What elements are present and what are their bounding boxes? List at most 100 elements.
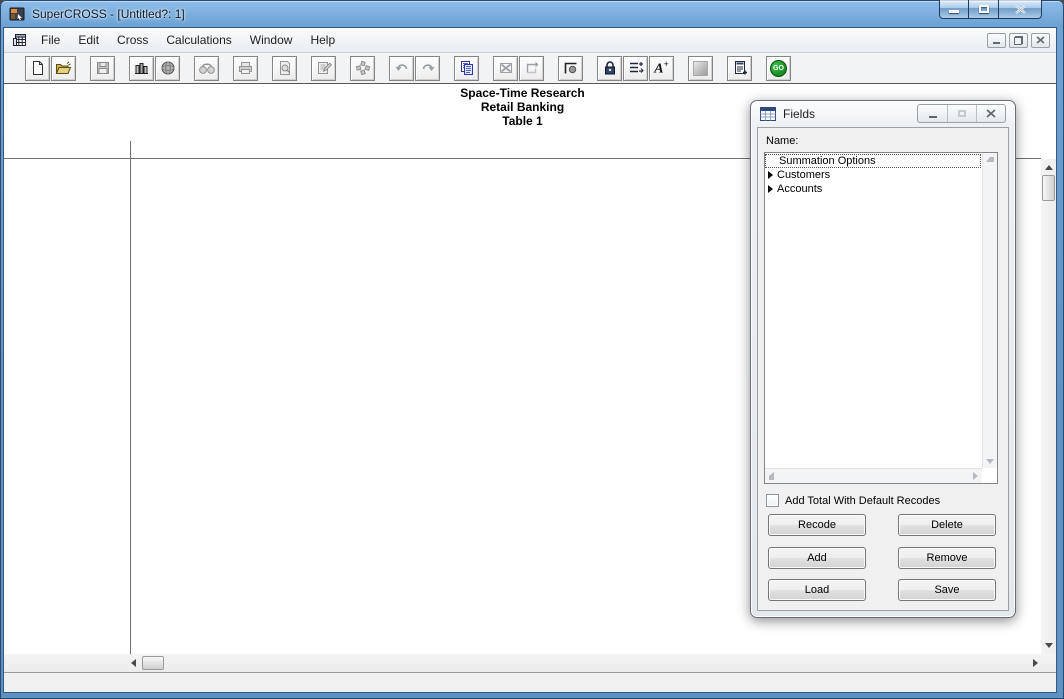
fields-list-vertical-scrollbar[interactable] (982, 153, 997, 468)
mdi-minimize-button[interactable] (987, 33, 1006, 48)
scroll-right-icon[interactable] (1033, 659, 1038, 667)
copy-button[interactable] (454, 56, 479, 81)
scroll-right-icon[interactable] (973, 472, 978, 480)
delete-table-button[interactable] (493, 56, 518, 81)
fields-dialog-title-bar[interactable]: Fields (751, 101, 1015, 127)
fields-list-items: Summation Options Customers Accounts (765, 154, 981, 196)
redo-arrow-icon (420, 61, 436, 75)
fields-maximize-icon (958, 110, 966, 117)
find-button[interactable] (194, 56, 219, 81)
minimize-button[interactable] (939, 0, 969, 19)
list-item-summation-options[interactable]: Summation Options (765, 154, 981, 168)
title-bar[interactable]: SuperCROSS - [Untitled?: 1] (0, 0, 1064, 28)
fields-minimize-button[interactable] (918, 105, 947, 122)
horizontal-scrollbar-thumb[interactable] (142, 656, 164, 670)
menu-edit[interactable]: Edit (69, 28, 108, 52)
save-fields-button[interactable]: Save (898, 579, 996, 601)
supercross-app-icon (9, 6, 26, 22)
table-document-icon (12, 32, 28, 48)
status-bar (4, 672, 1056, 692)
scroll-up-icon[interactable] (986, 157, 994, 162)
totals-button[interactable] (558, 56, 583, 81)
fields-maximize-button[interactable] (947, 105, 976, 122)
scroll-up-icon[interactable] (1045, 165, 1053, 170)
sphere-button[interactable] (155, 56, 180, 81)
bar-chart-icon (133, 60, 150, 76)
copy-pages-icon (459, 60, 475, 76)
menu-bar: File Edit Cross Calculations Window Help (4, 28, 1056, 53)
page-magnifier-icon (277, 60, 293, 76)
recode-button[interactable]: Recode (768, 514, 866, 536)
mdi-restore-button[interactable] (1009, 33, 1028, 48)
scroll-down-icon[interactable] (986, 459, 994, 464)
menu-cross[interactable]: Cross (108, 28, 157, 52)
print-preview-button[interactable] (272, 56, 297, 81)
shading-button[interactable] (688, 56, 713, 81)
undo-button[interactable] (389, 56, 414, 81)
table-x-icon (498, 60, 514, 76)
print-button[interactable] (233, 56, 258, 81)
fields-dialog-title: Fields (783, 107, 815, 121)
rotate-frame-icon (524, 60, 540, 76)
scroll-down-icon[interactable] (1045, 643, 1053, 648)
window-title: SuperCROSS - [Untitled?: 1] (32, 7, 185, 21)
sphere-icon (160, 60, 176, 76)
vertical-scrollbar-thumb[interactable] (1042, 175, 1055, 201)
fields-dialog[interactable]: Fields Name: Summation Options (750, 100, 1016, 618)
heading-line-1: Space-Time Research (4, 86, 1041, 100)
menu-window[interactable]: Window (241, 28, 302, 52)
expand-arrow-icon[interactable] (768, 171, 773, 179)
fields-minimize-icon (929, 116, 937, 118)
horizontal-scrollbar[interactable] (4, 654, 1056, 672)
fields-close-button[interactable] (976, 105, 1005, 122)
floppy-disk-icon (95, 60, 111, 76)
load-button[interactable]: Load (768, 579, 866, 601)
bar-chart-button[interactable] (129, 56, 154, 81)
mdi-close-button[interactable] (1031, 33, 1050, 48)
page-pencil-icon (316, 60, 332, 76)
table-column-gridline (130, 141, 131, 654)
delete-button[interactable]: Delete (898, 514, 996, 536)
menu-help[interactable]: Help (301, 28, 344, 52)
menu-calculations[interactable]: Calculations (157, 28, 240, 52)
blank-page-icon (30, 60, 46, 76)
annotation-button[interactable] (727, 56, 752, 81)
open-folder-icon (55, 60, 72, 76)
scroll-left-icon[interactable] (131, 659, 136, 667)
vertical-scrollbar[interactable] (1041, 159, 1056, 654)
add-total-checkbox-row[interactable]: Add Total With Default Recodes (766, 494, 940, 507)
options-button[interactable] (350, 56, 375, 81)
toolbar: A+ GO (4, 53, 1056, 84)
maximize-button[interactable] (969, 0, 999, 19)
printer-icon (237, 60, 254, 76)
lock-button[interactable] (597, 56, 622, 81)
scroll-left-icon[interactable] (769, 472, 774, 480)
add-button[interactable]: Add (768, 547, 866, 569)
remove-button[interactable]: Remove (898, 547, 996, 569)
letter-a-plus-icon: A+ (654, 60, 668, 77)
open-button[interactable] (51, 56, 76, 81)
close-button[interactable] (999, 0, 1042, 19)
font-size-button[interactable]: A+ (649, 56, 674, 81)
undo-arrow-icon (394, 61, 410, 75)
rotate-table-button[interactable] (519, 56, 544, 81)
list-item-customers[interactable]: Customers (765, 168, 981, 182)
supercross-window: SuperCROSS - [Untitled?: 1] (0, 0, 1064, 699)
derivations-button[interactable] (623, 56, 648, 81)
fields-list-horizontal-scrollbar[interactable] (765, 468, 982, 483)
menu-file[interactable]: File (32, 28, 69, 52)
edit-report-button[interactable] (311, 56, 336, 81)
close-icon (1015, 5, 1026, 14)
go-button[interactable]: GO (766, 56, 791, 81)
list-item-accounts[interactable]: Accounts (765, 182, 981, 196)
minimize-icon (949, 10, 959, 13)
checkbox-unchecked-icon[interactable] (766, 494, 779, 507)
fields-list[interactable]: Summation Options Customers Accounts (764, 152, 998, 484)
mdi-minimize-icon (993, 42, 1000, 44)
name-label: Name: (766, 135, 798, 147)
scatter-squares-icon (355, 60, 371, 76)
expand-arrow-icon[interactable] (768, 185, 773, 193)
new-button[interactable] (25, 56, 50, 81)
save-button[interactable] (90, 56, 115, 81)
redo-button[interactable] (415, 56, 440, 81)
